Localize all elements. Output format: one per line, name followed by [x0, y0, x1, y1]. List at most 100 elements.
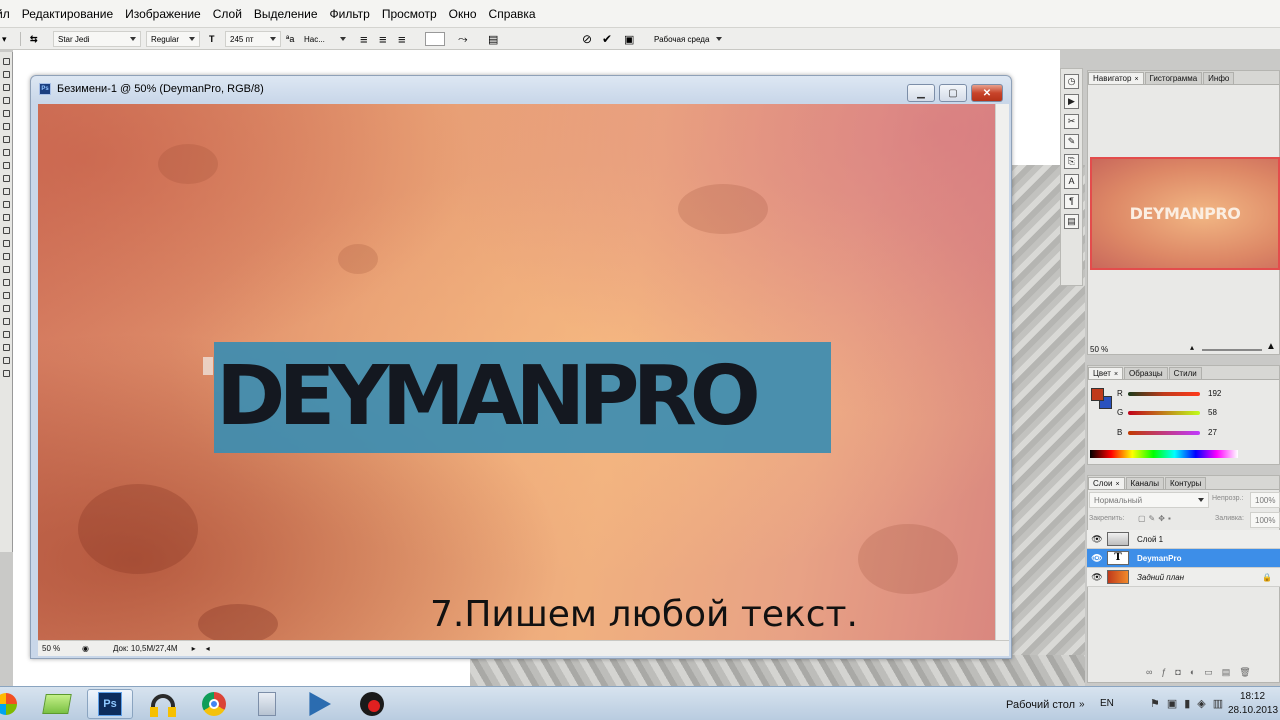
channel-b-value[interactable]: 27 [1208, 428, 1217, 437]
tool-icon[interactable] [3, 58, 10, 65]
layer-actions-icons[interactable]: ∞ƒ◘◐▭▤🗑 [1146, 667, 1260, 678]
menu-view[interactable]: Просмотр [376, 0, 443, 28]
align-right-icon[interactable]: ≡ [398, 31, 406, 47]
tab-info[interactable]: Инфо [1203, 72, 1235, 84]
cancel-icon[interactable]: ⊘ [582, 31, 592, 47]
clone-source-icon[interactable]: ⎘ [1064, 154, 1079, 169]
eye-icon[interactable]: 👁 [1091, 552, 1103, 564]
opacity-input[interactable]: 100% [1250, 492, 1280, 508]
character-icon[interactable]: A [1064, 174, 1079, 189]
tool-icon[interactable] [3, 292, 10, 299]
menu-window[interactable]: Окно [443, 0, 483, 28]
taskbar-photoshop-icon[interactable]: Ps [87, 689, 133, 719]
tool-icon[interactable] [3, 357, 10, 364]
hscroll-left-icon[interactable]: ◂ [206, 644, 210, 653]
channel-r-slider[interactable] [1128, 392, 1200, 396]
font-style-select[interactable]: Regular [146, 31, 200, 47]
tool-icon[interactable] [3, 331, 10, 338]
tool-icon[interactable] [3, 162, 10, 169]
navigator-zoom[interactable]: 50 % [1090, 345, 1108, 354]
channel-r-value[interactable]: 192 [1208, 389, 1221, 398]
history-icon[interactable]: ◷ [1064, 74, 1079, 89]
layer-row-selected[interactable]: 👁 T DeymanPro [1087, 549, 1280, 568]
tool-icon[interactable] [3, 175, 10, 182]
tool-icon[interactable] [3, 344, 10, 351]
align-center-icon[interactable]: ≡ [379, 31, 387, 47]
workspace-select[interactable]: Рабочая среда [650, 31, 726, 47]
taskbar-record-icon[interactable] [349, 689, 395, 719]
layer-row[interactable]: 👁 Слой 1 [1087, 530, 1280, 549]
tab-channels[interactable]: Каналы [1125, 477, 1164, 489]
menu-edit[interactable]: Редактирование [16, 0, 119, 28]
tool-icon[interactable] [3, 370, 10, 377]
character-panel-icon[interactable]: ▤ [488, 31, 498, 47]
antialias-select[interactable]: Нас... [300, 31, 350, 47]
tab-navigator[interactable]: Навигатор × [1088, 72, 1144, 84]
foreground-color-swatch[interactable] [1091, 388, 1104, 401]
tab-layers[interactable]: Слои × [1088, 477, 1125, 489]
tool-icon[interactable] [3, 240, 10, 247]
taskbar-chrome-icon[interactable] [191, 689, 237, 719]
font-size-select[interactable]: 245 пт [225, 31, 281, 47]
menu-filter[interactable]: Фильтр [324, 0, 376, 28]
clock-time[interactable]: 18:12 [1240, 691, 1265, 702]
bridge-icon[interactable]: ▣ [624, 31, 634, 47]
notes-icon[interactable]: ▤ [1064, 214, 1079, 229]
eye-icon[interactable]: 👁 [1091, 533, 1103, 545]
canvas-text-layer[interactable]: DEYMANPRO [214, 344, 843, 449]
actions-icon[interactable]: ▶ [1064, 94, 1079, 109]
start-button[interactable] [0, 689, 22, 719]
zoom-in-icon[interactable]: ▲ [1266, 341, 1276, 352]
tab-swatches[interactable]: Образцы [1124, 367, 1168, 379]
channel-g-value[interactable]: 58 [1208, 408, 1217, 417]
tool-icon[interactable] [3, 97, 10, 104]
lock-icons[interactable]: ▢✎✥▪ [1138, 514, 1174, 523]
warp-text-icon[interactable]: ⤳ [458, 31, 468, 47]
paragraph-icon[interactable]: ¶ [1064, 194, 1079, 209]
menu-layer[interactable]: Слой [207, 0, 248, 28]
image-canvas[interactable]: DEYMANPRO 7.Пишем любой текст. [38, 104, 995, 640]
status-arrow-icon[interactable]: ▸ [192, 644, 196, 653]
text-color-swatch[interactable] [425, 32, 445, 46]
tool-icon[interactable] [3, 201, 10, 208]
menu-select[interactable]: Выделение [248, 0, 324, 28]
tool-icon[interactable] [3, 214, 10, 221]
document-title-bar[interactable]: Ps Безимени-1 @ 50% (DeymanPro, RGB/8) [39, 83, 264, 95]
tool-icon[interactable] [3, 318, 10, 325]
vertical-scrollbar[interactable] [995, 104, 1009, 640]
tool-icon[interactable] [3, 188, 10, 195]
blend-mode-select[interactable]: Нормальный [1089, 492, 1209, 508]
tray-icons[interactable]: ⚑▣▮◈▥ [1150, 697, 1230, 710]
zoom-out-icon[interactable]: ▴ [1190, 343, 1194, 352]
tool-icon[interactable] [3, 110, 10, 117]
tool-icon[interactable] [3, 227, 10, 234]
tab-styles[interactable]: Стили [1168, 367, 1202, 379]
taskbar-calculator-icon[interactable] [244, 689, 290, 719]
tool-icon[interactable] [3, 253, 10, 260]
taskbar-notes-icon[interactable] [34, 689, 80, 719]
fill-input[interactable]: 100% [1250, 512, 1280, 528]
tool-preset-icon[interactable]: ▾ [2, 31, 7, 47]
tool-icon[interactable] [3, 71, 10, 78]
commit-icon[interactable]: ✔ [602, 31, 612, 47]
channel-b-slider[interactable] [1128, 431, 1200, 435]
navigator-zoom-slider[interactable] [1202, 349, 1262, 351]
zoom-readout[interactable]: 50 % [42, 644, 78, 653]
toolbar-chevron-icon[interactable]: » [1079, 699, 1085, 710]
tool-icon[interactable] [3, 123, 10, 130]
channel-g-slider[interactable] [1128, 411, 1200, 415]
minimize-button[interactable]: ▁ [907, 84, 935, 102]
font-family-select[interactable]: Star Jedi [53, 31, 141, 47]
brushes-icon[interactable]: ✎ [1064, 134, 1079, 149]
tab-color[interactable]: Цвет × [1088, 367, 1124, 379]
menu-file[interactable]: йл [0, 0, 16, 28]
taskbar-headphones-icon[interactable] [140, 689, 186, 719]
tab-paths[interactable]: Контуры [1164, 477, 1207, 489]
align-left-icon[interactable]: ≡ [360, 31, 368, 47]
menu-image[interactable]: Изображение [119, 0, 207, 28]
language-indicator[interactable]: EN [1100, 698, 1114, 709]
taskbar-media-player-icon[interactable] [296, 689, 342, 719]
maximize-button[interactable]: ▢ [939, 84, 967, 102]
tool-icon[interactable] [3, 279, 10, 286]
navigator-thumbnail[interactable]: DEYMANPRO [1090, 157, 1280, 270]
